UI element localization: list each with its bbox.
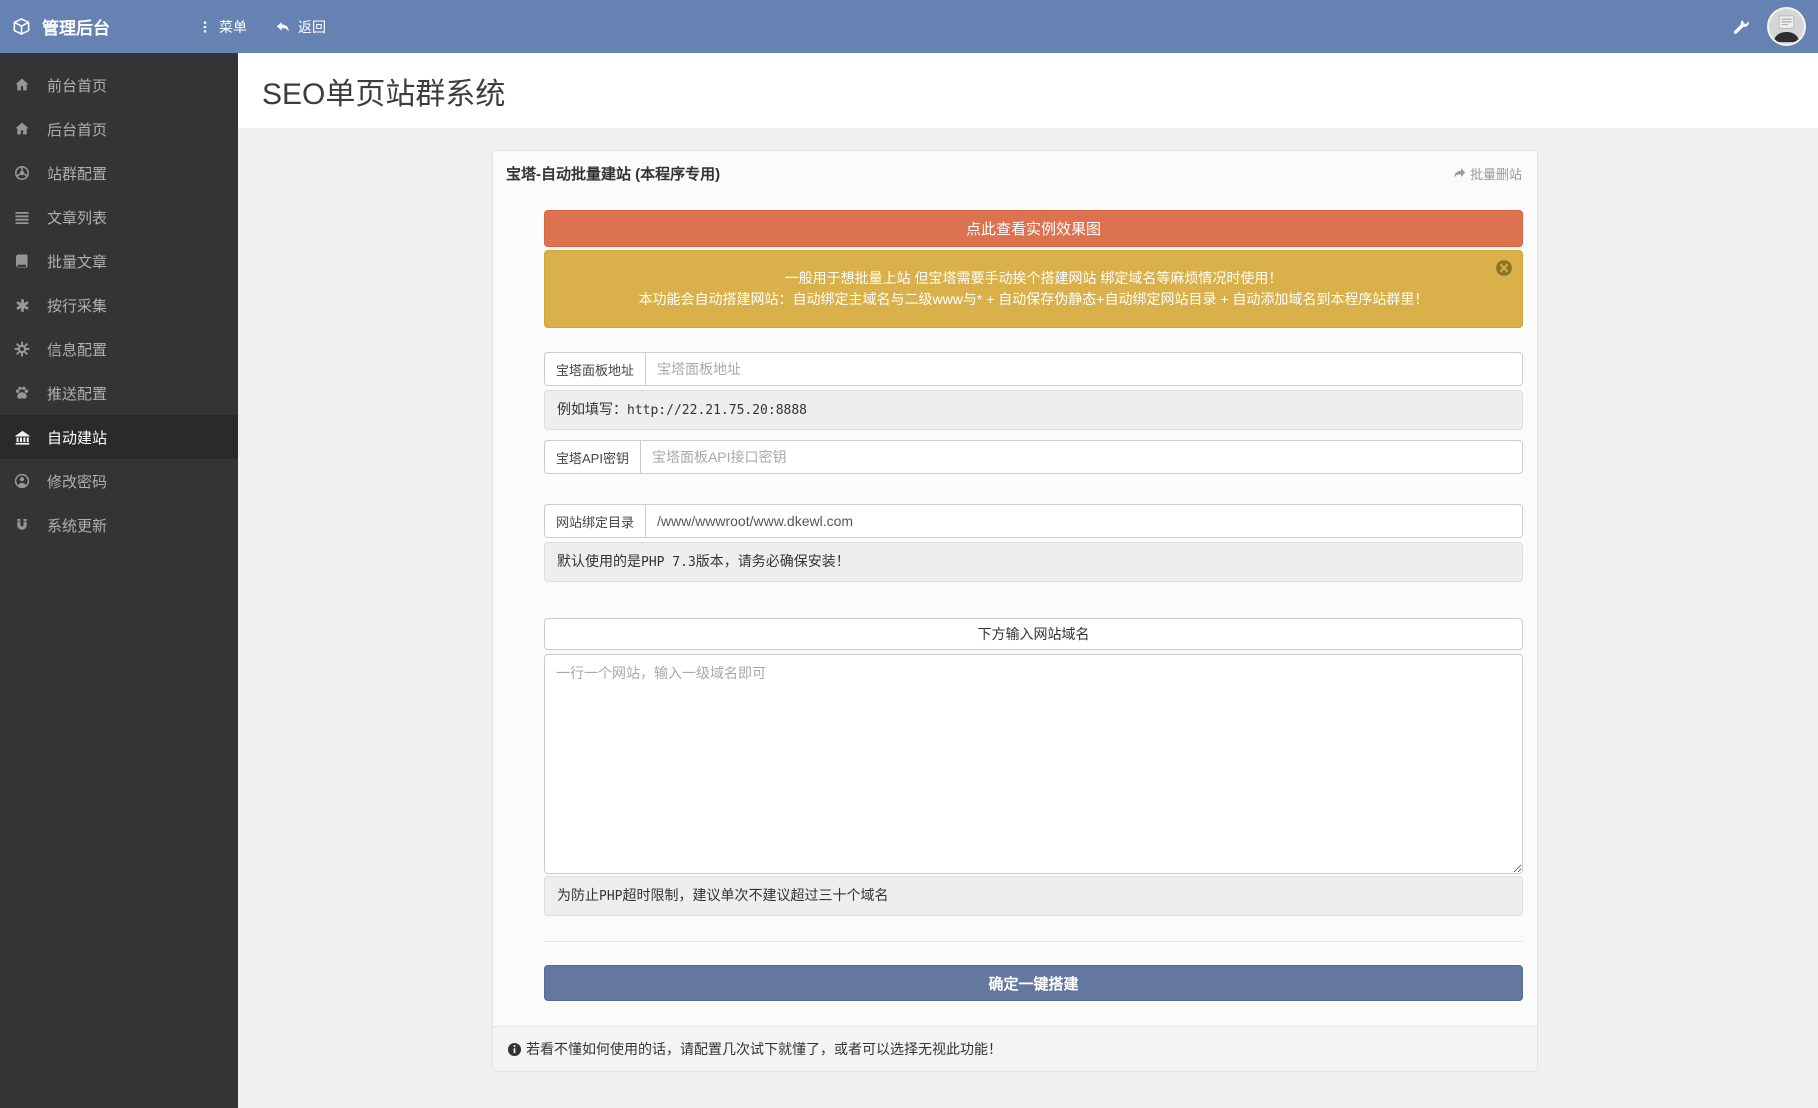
user-avatar[interactable] bbox=[1767, 7, 1806, 46]
panel-title: 宝塔-自动批量建站 (本程序专用) bbox=[506, 163, 720, 184]
hint-code: http://22.21.75.20:8888 bbox=[627, 403, 807, 418]
sidebar-item-push-config[interactable]: 推送配置 bbox=[0, 371, 238, 415]
footer-note: 若看不懂如何使用的话，请配置几次试下就懂了，或者可以选择无视此功能！ bbox=[526, 1039, 1002, 1059]
sidebar-item-label: 文章列表 bbox=[47, 207, 107, 228]
content: 宝塔-自动批量建站 (本程序专用) 批量删站 点此查看实例效果图 bbox=[238, 128, 1818, 1072]
baota-panel: 宝塔-自动批量建站 (本程序专用) 批量删站 点此查看实例效果图 bbox=[492, 150, 1538, 1072]
api-key-label: 宝塔API密钥 bbox=[544, 440, 640, 474]
view-example-button[interactable]: 点此查看实例效果图 bbox=[544, 210, 1523, 247]
domains-textarea[interactable] bbox=[544, 654, 1523, 874]
bind-dir-group: 网站绑定目录 bbox=[544, 504, 1523, 538]
panel-footer: 若看不懂如何使用的话，请配置几次试下就懂了，或者可以选择无视此功能！ bbox=[493, 1026, 1537, 1071]
panel-address-input[interactable] bbox=[645, 352, 1523, 386]
sidebar: 前台首页 后台首页 站群配置 文章列表 bbox=[0, 53, 238, 1108]
brand-title: 管理后台 bbox=[42, 14, 110, 39]
sidebar-item-label: 信息配置 bbox=[47, 339, 107, 360]
sidebar-item-auto-site-build[interactable]: 自动建站 bbox=[0, 415, 238, 459]
reply-arrow-icon bbox=[275, 19, 291, 35]
domains-hint: 为防止PHP超时限制，建议单次不建议超过三十个域名 bbox=[544, 876, 1523, 916]
sidebar-item-front-home[interactable]: 前台首页 bbox=[0, 63, 238, 107]
sidebar-item-label: 自动建站 bbox=[47, 427, 107, 448]
sidebar-item-change-password[interactable]: 修改密码 bbox=[0, 459, 238, 503]
hint-code: PHP 7.3 bbox=[641, 555, 696, 570]
hint-text: 例如填写： bbox=[557, 401, 627, 417]
divider bbox=[544, 941, 1523, 942]
sidebar-item-label: 后台首页 bbox=[47, 119, 107, 140]
sidebar-item-label: 按行采集 bbox=[47, 295, 107, 316]
alert-line-1: 一般用于想批量上站 但宝塔需要手动挨个搭建网站 绑定域名等麻烦情况时使用！ bbox=[590, 268, 1477, 289]
batch-delete-sites-label: 批量删站 bbox=[1470, 164, 1522, 183]
kebab-icon bbox=[198, 20, 212, 34]
api-key-input[interactable] bbox=[640, 440, 1523, 474]
hint-text: 版本，请务必确保安装！ bbox=[696, 553, 850, 569]
sidebar-item-label: 站群配置 bbox=[47, 163, 107, 184]
menu-toggle[interactable]: 菜单 bbox=[198, 17, 247, 37]
sidebar-item-label: 前台首页 bbox=[47, 75, 107, 96]
api-key-group: 宝塔API密钥 bbox=[544, 440, 1523, 474]
panel-body: 点此查看实例效果图 一般用于想批量上站 但宝塔需要手动挨个搭建网站 绑定域名等麻… bbox=[493, 192, 1537, 1026]
sidebar-item-label: 系统更新 bbox=[47, 515, 107, 536]
sidebar-item-system-update[interactable]: 系统更新 bbox=[0, 503, 238, 547]
hint-text: 为防止 bbox=[557, 887, 599, 903]
share-arrow-icon bbox=[1452, 166, 1467, 181]
paw-icon bbox=[13, 385, 31, 401]
bind-dir-input[interactable] bbox=[645, 504, 1523, 538]
bank-icon bbox=[13, 429, 31, 446]
sidebar-item-label: 批量文章 bbox=[47, 251, 107, 272]
gear-icon bbox=[13, 341, 31, 357]
sidebar-item-label: 修改密码 bbox=[47, 471, 107, 492]
bind-dir-label: 网站绑定目录 bbox=[544, 504, 645, 538]
close-icon[interactable] bbox=[1495, 259, 1513, 277]
page-title-bar: SEO单页站群系统 bbox=[238, 53, 1818, 128]
list-icon bbox=[13, 209, 31, 225]
sidebar-item-line-collect[interactable]: 按行采集 bbox=[0, 283, 238, 327]
sidebar-item-site-cluster-config[interactable]: 站群配置 bbox=[0, 151, 238, 195]
back-button[interactable]: 返回 bbox=[275, 17, 326, 37]
chrome-icon bbox=[13, 165, 31, 181]
book-icon bbox=[13, 253, 31, 269]
user-circle-icon bbox=[13, 473, 31, 489]
alert-line-2: 本功能会自动搭建网站：自动绑定主域名与二级www与* + 自动保存伪静态+自动绑… bbox=[590, 289, 1477, 310]
magnet-icon bbox=[13, 517, 31, 533]
sidebar-item-admin-home[interactable]: 后台首页 bbox=[0, 107, 238, 151]
sidebar-item-info-config[interactable]: 信息配置 bbox=[0, 327, 238, 371]
topbar: 管理后台 菜单 返回 bbox=[0, 0, 1818, 53]
submit-build-button[interactable]: 确定一键搭建 bbox=[544, 965, 1523, 1001]
hint-text: 默认使用的是 bbox=[557, 553, 641, 569]
usage-alert: 一般用于想批量上站 但宝塔需要手动挨个搭建网站 绑定域名等麻烦情况时使用！ 本功… bbox=[544, 250, 1523, 328]
sidebar-item-article-list[interactable]: 文章列表 bbox=[0, 195, 238, 239]
wrench-icon[interactable] bbox=[1732, 18, 1749, 35]
panel-heading: 宝塔-自动批量建站 (本程序专用) 批量删站 bbox=[493, 151, 1537, 192]
cube-icon bbox=[12, 17, 31, 36]
app-brand: 管理后台 bbox=[0, 14, 198, 39]
domains-header: 下方输入网站域名 bbox=[544, 618, 1523, 650]
hint-code: PHP bbox=[599, 889, 622, 904]
home-icon bbox=[13, 77, 31, 93]
panel-address-label: 宝塔面板地址 bbox=[544, 352, 645, 386]
menu-label: 菜单 bbox=[219, 17, 247, 37]
back-label: 返回 bbox=[298, 17, 326, 37]
info-icon bbox=[507, 1042, 522, 1057]
home-icon bbox=[13, 121, 31, 137]
bind-dir-hint: 默认使用的是PHP 7.3版本，请务必确保安装！ bbox=[544, 542, 1523, 582]
hint-text: 超时限制，建议单次不建议超过三十个域名 bbox=[622, 887, 888, 903]
asterisk-icon bbox=[13, 298, 31, 313]
panel-address-group: 宝塔面板地址 bbox=[544, 352, 1523, 386]
page-title: SEO单页站群系统 bbox=[262, 69, 505, 113]
topbar-right bbox=[1732, 7, 1818, 46]
main-area: SEO单页站群系统 宝塔-自动批量建站 (本程序专用) 批量删站 bbox=[238, 53, 1818, 1108]
panel-address-hint: 例如填写：http://22.21.75.20:8888 bbox=[544, 390, 1523, 430]
sidebar-item-batch-articles[interactable]: 批量文章 bbox=[0, 239, 238, 283]
batch-delete-sites-link[interactable]: 批量删站 bbox=[1452, 164, 1522, 183]
sidebar-item-label: 推送配置 bbox=[47, 383, 107, 404]
